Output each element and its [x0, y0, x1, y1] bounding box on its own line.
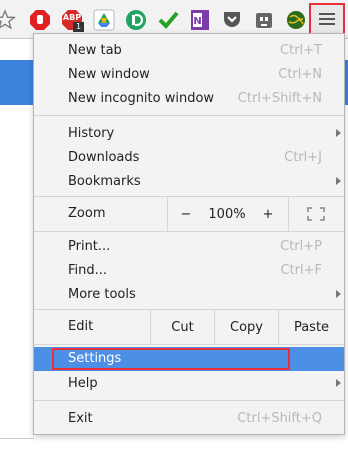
menu-item-new-incognito-window[interactable]: New incognito window Ctrl+Shift+N	[34, 86, 344, 110]
submenu-arrow-icon	[336, 177, 341, 185]
menu-separator	[34, 115, 344, 116]
menu-item-label: New tab	[68, 42, 122, 58]
green-checkmark-icon[interactable]	[157, 9, 179, 31]
menu-separator	[34, 344, 344, 345]
menu-item-more-tools[interactable]: More tools	[34, 282, 344, 306]
chrome-main-menu: New tab Ctrl+T New window Ctrl+N New inc…	[33, 33, 345, 435]
menu-row-zoom: Zoom − 100% +	[34, 197, 344, 231]
menu-item-history[interactable]: History	[34, 121, 344, 145]
page-blue-header	[0, 60, 34, 105]
paste-label: Paste	[293, 319, 330, 335]
globe-icon[interactable]	[285, 9, 307, 31]
cut-button[interactable]: Cut	[151, 310, 214, 344]
page-divider	[0, 438, 34, 439]
menu-item-bookmarks[interactable]: Bookmarks	[34, 169, 344, 193]
menu-item-label: More tools	[68, 286, 136, 302]
settings-annotation-box	[52, 348, 290, 370]
menu-item-find[interactable]: Find... Ctrl+F	[34, 258, 344, 282]
menu-item-shortcut: Ctrl+Shift+N	[237, 90, 322, 106]
zoom-divider	[288, 197, 289, 231]
menu-separator	[34, 231, 344, 232]
stop-sign-icon[interactable]	[29, 9, 51, 31]
evernote-d-icon[interactable]	[125, 9, 147, 31]
menu-item-label: Print...	[68, 238, 111, 254]
submenu-arrow-icon	[336, 379, 341, 387]
menu-item-label: History	[68, 125, 115, 141]
menu-separator	[34, 400, 344, 401]
menu-item-new-window[interactable]: New window Ctrl+N	[34, 62, 344, 86]
pocket-icon[interactable]	[221, 9, 243, 31]
zoom-plus-label: +	[262, 206, 274, 222]
cut-label: Cut	[171, 319, 194, 335]
adblock-badge: 1	[73, 22, 84, 32]
copy-button[interactable]: Copy	[215, 310, 278, 344]
google-drive-icon[interactable]	[93, 9, 115, 31]
zoom-label: Zoom	[68, 206, 106, 221]
zoom-out-button[interactable]: −	[174, 197, 198, 231]
zoom-in-button[interactable]: +	[256, 197, 280, 231]
copy-label: Copy	[230, 319, 263, 335]
submenu-arrow-icon	[336, 290, 341, 298]
zoom-divider	[167, 197, 168, 231]
menu-item-print[interactable]: Print... Ctrl+P	[34, 234, 344, 258]
menu-item-help[interactable]: Help	[34, 371, 344, 395]
zoom-level: 100%	[200, 197, 254, 231]
zoom-minus-label: −	[180, 206, 192, 222]
robot-icon[interactable]	[253, 9, 275, 31]
adblock-plus-icon[interactable]: ABP 1	[61, 9, 84, 32]
onenote-icon[interactable]: N	[189, 9, 211, 31]
submenu-arrow-icon	[336, 129, 341, 137]
menu-item-label: Exit	[68, 410, 93, 426]
paste-button[interactable]: Paste	[279, 310, 344, 344]
menu-item-shortcut: Ctrl+Shift+Q	[237, 410, 322, 426]
menu-row-edit: Edit Cut Copy Paste	[34, 310, 344, 344]
fullscreen-button[interactable]	[296, 197, 336, 231]
menu-item-label: New incognito window	[68, 90, 215, 106]
svg-text:N: N	[193, 16, 201, 27]
menu-item-label: New window	[68, 66, 150, 82]
menu-item-shortcut: Ctrl+F	[280, 262, 322, 278]
menu-item-shortcut: Ctrl+N	[278, 66, 322, 82]
menu-item-shortcut: Ctrl+T	[280, 42, 322, 58]
menu-item-label: Find...	[68, 262, 108, 278]
zoom-level-value: 100%	[208, 206, 246, 222]
menu-item-downloads[interactable]: Downloads Ctrl+J	[34, 145, 344, 169]
adblock-plus-text: ABP	[62, 13, 82, 22]
star-outline-icon[interactable]	[0, 9, 16, 31]
hamburger-menu-icon	[319, 12, 335, 26]
menu-item-exit[interactable]: Exit Ctrl+Shift+Q	[34, 406, 344, 430]
menu-item-new-tab[interactable]: New tab Ctrl+T	[34, 38, 344, 62]
menu-item-label: Downloads	[68, 149, 140, 165]
menu-item-shortcut: Ctrl+J	[284, 149, 322, 165]
menu-item-shortcut: Ctrl+P	[280, 238, 322, 254]
menu-item-label: Help	[68, 375, 98, 391]
edit-label: Edit	[68, 319, 94, 334]
fullscreen-icon	[307, 207, 325, 221]
chrome-menu-button[interactable]	[309, 3, 345, 35]
menu-item-label: Bookmarks	[68, 173, 141, 189]
